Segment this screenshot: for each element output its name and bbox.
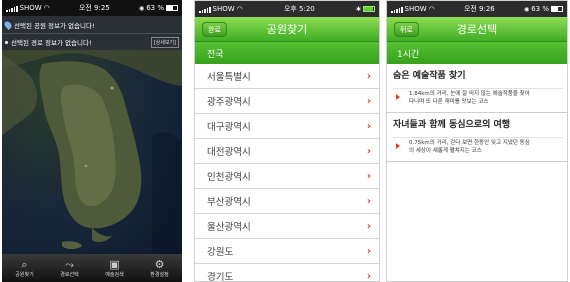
back-button[interactable]: 뒤로 [394, 22, 419, 37]
orientation-lock-icon: ◉ [523, 5, 530, 13]
region-label: 경기도 [207, 272, 234, 282]
list-item[interactable]: 울산광역시 › [195, 214, 379, 239]
bullet-icon [5, 40, 8, 44]
gear-icon: ⚙ [154, 257, 165, 271]
region-label: 인천광역시 [207, 172, 251, 183]
tab-bar: ⌕ 공원찾기 ⤳ 경로선택 ▣ 예술검색 ⚙ 환경설정 [2, 254, 182, 282]
status-time: 오후 5:20 [283, 5, 315, 13]
list-item[interactable]: 대구광역시 › [195, 114, 379, 139]
carrier-name: SHOW [212, 5, 235, 13]
course-item[interactable]: 자녀들과 함께 동심으로의 여행 0.75km의 거리, 걷다 보면 한동안 잊… [387, 113, 567, 157]
section-header: 전국 [195, 42, 379, 64]
chevron-right-icon: › [366, 245, 371, 257]
chevron-right-icon: › [366, 170, 371, 182]
list-item[interactable]: 부산광역시 › [195, 189, 379, 214]
divider [387, 161, 567, 162]
done-button[interactable]: 완료 [202, 22, 227, 37]
course-description: 0.75km의 거리, 걷다 보면 한동안 잊고 지냈던 동심 의 세상이 새롭… [393, 138, 563, 157]
navigation-bar: 뒤로 경로선택 [387, 17, 567, 42]
course-desc-line: 0.75km의 거리, 걷다 보면 한동안 잊고 지냈던 동심 [409, 140, 530, 146]
satellite-map[interactable]: 선택된 공원 정보가 없습니다! 선택된 경로 정보가 없습니다! [상세보기] [2, 16, 182, 254]
status-bar: SHOW ◠ 오후 5:20 ✱ [195, 1, 379, 17]
region-label: 대구광역시 [207, 122, 251, 133]
chevron-right-icon: › [366, 145, 371, 157]
chevron-right-icon: › [366, 195, 371, 207]
map-screen: SHOW ◠ 오전 9:25 ◉ 63 % 선택된 공원 정보가 없습니다! 선… [2, 0, 182, 282]
tab-select-route[interactable]: ⤳ 경로선택 [47, 254, 92, 282]
region-label: 대전광역시 [207, 147, 251, 158]
route-select-screen: SHOW ◠ 오전 9:26 ◉ 63 % 뒤로 경로선택 1시간 숨은 예술작… [386, 0, 568, 282]
chevron-right-icon: › [366, 120, 371, 132]
status-time: 오전 9:26 [463, 5, 495, 13]
arrow-right-icon [396, 143, 400, 149]
course-desc-line: 다니며 또 다른 재미를 맛보는 코스 [409, 98, 489, 105]
chevron-right-icon: › [366, 220, 371, 232]
list-item[interactable]: 광주광역시 › [195, 89, 379, 114]
korea-peninsula-satellite-image [2, 16, 182, 254]
list-item[interactable]: 대전광역시 › [195, 139, 379, 164]
course-desc-line: 의 세상이 새롭게 펼쳐지는 코스 [409, 147, 482, 154]
carrier-name: SHOW [19, 4, 42, 12]
course-item[interactable]: 숨은 예술작품 찾기 1.84km의 거리, 눈에 잘 띄지 않는 예술작품을 … [387, 64, 567, 108]
list-item[interactable]: 인천광역시 › [195, 164, 379, 189]
status-bar: SHOW ◠ 오전 9:25 ◉ 63 % [2, 0, 182, 16]
tab-find-park[interactable]: ⌕ 공원찾기 [2, 254, 47, 282]
detail-view-button[interactable]: [상세보기] [150, 36, 179, 48]
route-icon: ⤳ [65, 257, 74, 271]
park-info-text: 선택된 공원 정보가 없습니다! [14, 21, 95, 30]
course-title: 숨은 예술작품 찾기 [393, 70, 466, 81]
signal-icon [6, 5, 18, 12]
tab-label: 경로선택 [60, 271, 79, 278]
status-time: 오전 9:25 [78, 4, 110, 12]
battery-icon [551, 6, 563, 12]
region-label: 부산광역시 [207, 197, 251, 208]
arrow-right-icon [396, 94, 400, 100]
region-label: 울산광역시 [207, 222, 251, 233]
search-icon: ⌕ [21, 257, 28, 271]
park-info-banner[interactable]: 선택된 공원 정보가 없습니다! [2, 16, 182, 33]
tab-settings[interactable]: ⚙ 환경설정 [137, 254, 182, 282]
image-icon: ▣ [109, 257, 120, 271]
status-bar: SHOW ◠ 오전 9:26 ◉ 63 % [387, 1, 567, 17]
tab-label: 공원찾기 [15, 271, 34, 278]
list-item[interactable]: 강원도 › [195, 239, 379, 264]
wifi-icon: ◠ [236, 5, 243, 13]
signal-icon [199, 6, 211, 13]
battery-icon [362, 6, 375, 12]
region-label: 서울특별시 [207, 72, 251, 83]
signal-icon [391, 6, 403, 13]
bluetooth-icon: ✱ [355, 5, 361, 13]
course-desc-line: 1.84km의 거리, 눈에 잘 띄지 않는 예술작품을 찾아 [409, 91, 530, 97]
route-info-text: 선택된 경로 정보가 없습니다! [11, 39, 92, 47]
chevron-right-icon: › [366, 70, 371, 82]
battery-percent: 63 % [531, 5, 549, 13]
course-title: 자녀들과 함께 동심으로의 여행 [393, 119, 511, 130]
section-header: 1시간 [387, 42, 567, 64]
battery-icon [166, 5, 178, 11]
chevron-right-icon: › [366, 95, 371, 107]
region-list: 서울특별시 › 광주광역시 › 대구광역시 › 대전광역시 › 인천광역시 › 부산광역시 › 울산광역… [195, 64, 379, 282]
chevron-right-icon: › [366, 270, 371, 282]
battery-percent: 63 % [146, 4, 164, 12]
region-label: 광주광역시 [207, 97, 251, 108]
wifi-icon: ◠ [428, 5, 435, 13]
tab-label: 예술검색 [105, 271, 124, 278]
tab-art-search[interactable]: ▣ 예술검색 [92, 254, 137, 282]
orientation-lock-icon: ◉ [138, 4, 145, 12]
list-item[interactable]: 서울특별시 › [195, 64, 379, 89]
tab-label: 환경설정 [150, 271, 169, 278]
region-label: 강원도 [207, 247, 234, 258]
course-description: 1.84km의 거리, 눈에 잘 띄지 않는 예술작품을 찾아 다니며 또 다른… [393, 89, 563, 108]
navigation-bar: 완료 공원찾기 [195, 17, 379, 42]
find-park-screen: SHOW ◠ 오후 5:20 ✱ 완료 공원찾기 전국 서울특별시 › 광주광역시 ›… [194, 0, 380, 282]
carrier-name: SHOW [404, 5, 427, 13]
map-pin-icon [3, 19, 13, 30]
wifi-icon: ◠ [43, 4, 50, 12]
list-item[interactable]: 경기도 › [195, 264, 379, 282]
route-info-banner[interactable]: 선택된 경로 정보가 없습니다! [상세보기] [2, 33, 182, 50]
